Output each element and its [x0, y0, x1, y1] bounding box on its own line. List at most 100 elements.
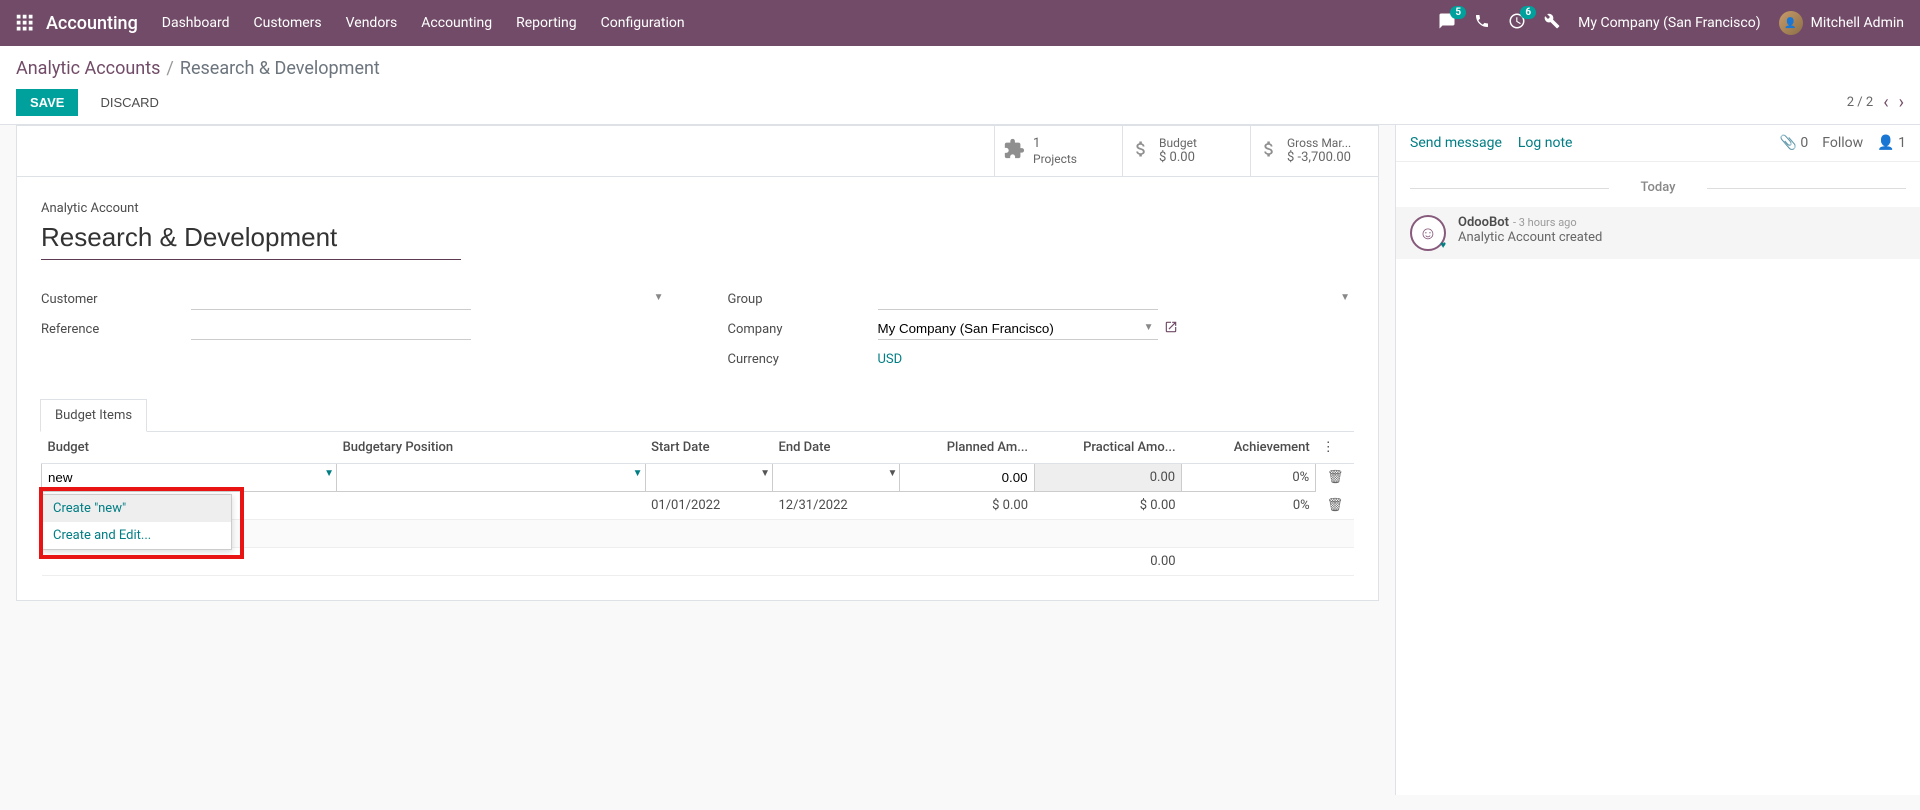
col-end-date[interactable]: End Date — [773, 432, 900, 464]
practical-amount-cell: 0.00 — [1035, 464, 1182, 491]
main-navbar: Accounting Dashboard Customers Vendors A… — [0, 0, 1920, 46]
chatter-message: ☺♥ OdooBot- 3 hours ago Analytic Account… — [1396, 207, 1920, 259]
external-link-icon[interactable] — [1164, 320, 1178, 338]
messaging-badge: 5 — [1450, 6, 1466, 19]
messaging-icon[interactable]: 5 — [1438, 12, 1456, 34]
stat-budget-label: Budget — [1159, 136, 1197, 150]
col-achievement[interactable]: Achievement — [1182, 432, 1316, 464]
company-label: Company — [728, 322, 878, 337]
breadcrumb-current: Research & Development — [180, 58, 380, 79]
company-input[interactable] — [878, 318, 1158, 340]
start-date-cell: 01/01/2022 — [645, 492, 772, 520]
stat-budget[interactable]: Budget $ 0.00 — [1122, 126, 1250, 176]
start-date-input[interactable] — [646, 464, 772, 491]
table-row[interactable]: 01/01/2022 12/31/2022 $ 0.00 $ 0.00 0% 🗑 — [42, 492, 1355, 520]
follow-button[interactable]: Follow — [1822, 135, 1863, 151]
menu-accounting[interactable]: Accounting — [421, 15, 492, 31]
budget-autocomplete-dropdown: Create "new" Create and Edit... — [42, 494, 232, 550]
main-menu: Dashboard Customers Vendors Accounting R… — [162, 15, 685, 31]
control-panel: Analytic Accounts / Research & Developme… — [0, 46, 1920, 125]
table-row-editing: ▼ Create "new" Create and Edit... ▼ ▼ — [42, 464, 1355, 492]
phone-icon[interactable] — [1474, 13, 1490, 33]
menu-reporting[interactable]: Reporting — [516, 15, 577, 31]
message-author: OdooBot — [1458, 215, 1509, 230]
col-planned-amount[interactable]: Planned Am... — [900, 432, 1034, 464]
planned-amount-cell: $ 0.00 — [900, 492, 1034, 520]
brand[interactable]: Accounting — [46, 13, 138, 34]
customer-input[interactable] — [191, 288, 471, 310]
practical-amount-cell: $ 0.00 — [1034, 492, 1182, 520]
planned-amount-input[interactable] — [900, 464, 1033, 491]
menu-configuration[interactable]: Configuration — [601, 15, 685, 31]
col-budgetary-position[interactable]: Budgetary Position — [337, 432, 646, 464]
dropdown-create-new[interactable]: Create "new" — [43, 495, 231, 522]
customer-label: Customer — [41, 292, 191, 307]
reference-label: Reference — [41, 322, 191, 337]
stat-gross-label: Gross Mar... — [1287, 136, 1351, 150]
budget-input[interactable] — [42, 464, 336, 491]
trash-icon[interactable]: 🗑 — [1327, 470, 1344, 485]
col-budget[interactable]: Budget — [42, 432, 337, 464]
tab-budget-items[interactable]: Budget Items — [40, 399, 147, 432]
discard-button[interactable]: DISCARD — [86, 89, 173, 116]
user-avatar: 👤 — [1779, 11, 1803, 35]
date-separator: Today — [1396, 180, 1920, 195]
budgetary-position-input[interactable] — [337, 464, 645, 491]
menu-vendors[interactable]: Vendors — [346, 15, 398, 31]
currency-value[interactable]: USD — [878, 352, 903, 367]
pager-prev-icon[interactable]: ‹ — [1883, 92, 1888, 113]
dollar-icon — [1259, 139, 1279, 164]
chatter-panel: Send message Log note 📎 0 Follow 👤 1 Tod… — [1395, 125, 1920, 795]
activities-icon[interactable]: 6 — [1508, 12, 1526, 34]
person-icon: 👤 — [1877, 135, 1894, 151]
col-start-date[interactable]: Start Date — [645, 432, 772, 464]
pager-text: 2 / 2 — [1847, 95, 1873, 110]
breadcrumb-parent[interactable]: Analytic Accounts — [16, 58, 160, 79]
stat-projects-value: 1 — [1033, 136, 1077, 152]
reference-input[interactable] — [191, 318, 471, 340]
menu-customers[interactable]: Customers — [254, 15, 322, 31]
stat-budget-value: $ 0.00 — [1159, 150, 1197, 166]
form-view: 1 Projects Budget $ 0.00 — [0, 125, 1395, 795]
achievement-cell: 0% — [1182, 464, 1315, 491]
stat-projects[interactable]: 1 Projects — [994, 126, 1122, 176]
total-practical: 0.00 — [1034, 548, 1182, 576]
trash-icon[interactable]: 🗑 — [1327, 498, 1344, 513]
breadcrumb: Analytic Accounts / Research & Developme… — [16, 58, 1904, 79]
budget-items-table: Budget Budgetary Position Start Date End… — [41, 432, 1354, 576]
puzzle-icon — [1003, 138, 1025, 165]
message-time: - 3 hours ago — [1513, 216, 1577, 229]
pager: 2 / 2 ‹ › — [1847, 92, 1904, 113]
end-date-input[interactable] — [773, 464, 899, 491]
dollar-icon — [1131, 139, 1151, 164]
attachments-button[interactable]: 📎 0 — [1780, 135, 1809, 151]
paperclip-icon: 📎 — [1780, 135, 1797, 151]
debug-icon[interactable] — [1544, 13, 1560, 33]
chevron-down-icon: ▼ — [1340, 292, 1350, 303]
stat-projects-label: Projects — [1033, 152, 1077, 166]
end-date-cell: 12/31/2022 — [773, 492, 900, 520]
message-body: Analytic Account created — [1458, 230, 1602, 245]
optional-columns-icon[interactable]: ⋮ — [1316, 432, 1354, 464]
stat-gross-margin[interactable]: Gross Mar... $ -3,700.00 — [1250, 126, 1378, 176]
send-message-button[interactable]: Send message — [1410, 135, 1502, 151]
stat-gross-value: $ -3,700.00 — [1287, 150, 1351, 166]
pager-next-icon[interactable]: › — [1899, 92, 1904, 113]
group-input[interactable] — [878, 288, 1158, 310]
chevron-down-icon: ▼ — [760, 468, 770, 479]
col-practical-amount[interactable]: Practical Amo... — [1034, 432, 1182, 464]
add-line-row[interactable] — [42, 520, 1355, 548]
followers-count[interactable]: 👤 1 — [1877, 135, 1906, 151]
user-menu[interactable]: 👤 Mitchell Admin — [1779, 11, 1904, 35]
company-selector[interactable]: My Company (San Francisco) — [1578, 15, 1760, 31]
stat-button-box: 1 Projects Budget $ 0.00 — [17, 126, 1378, 177]
achievement-cell: 0% — [1182, 492, 1316, 520]
group-label: Group — [728, 292, 878, 307]
dropdown-create-edit[interactable]: Create and Edit... — [43, 522, 231, 549]
analytic-account-name-input[interactable] — [41, 220, 461, 260]
save-button[interactable]: SAVE — [16, 89, 78, 116]
apps-icon[interactable] — [16, 14, 34, 32]
menu-dashboard[interactable]: Dashboard — [162, 15, 230, 31]
log-note-button[interactable]: Log note — [1518, 135, 1573, 151]
chevron-down-icon: ▼ — [324, 468, 334, 479]
